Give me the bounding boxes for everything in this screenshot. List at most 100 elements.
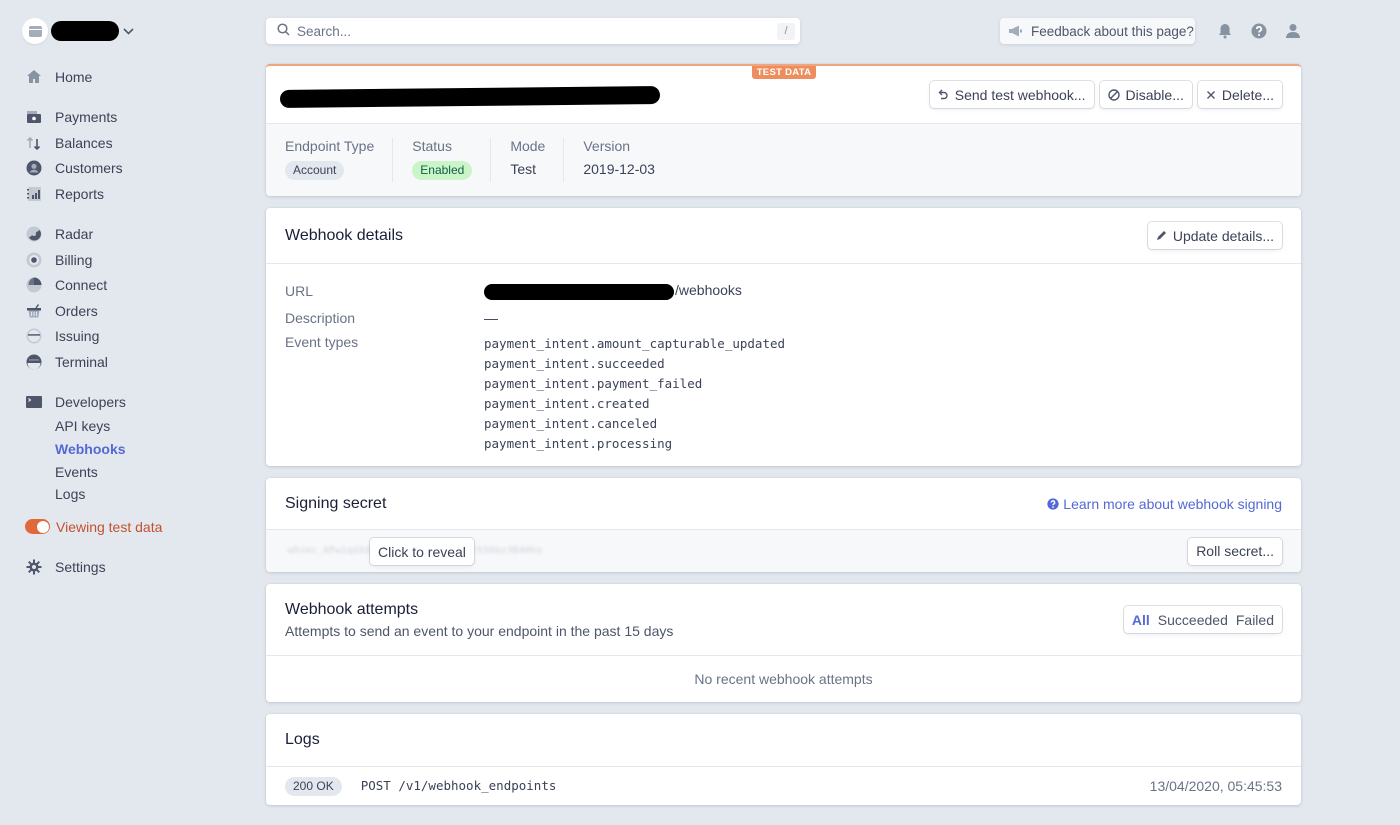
meta-endpoint-type: Endpoint Type Account bbox=[285, 138, 394, 182]
url-suffix: /webhooks bbox=[675, 282, 742, 299]
card-header: Logs bbox=[266, 714, 1301, 767]
sidebar-item-customers[interactable]: Customers bbox=[26, 156, 246, 182]
signing-secret-card: Signing secret Learn more about webhook … bbox=[266, 478, 1301, 572]
sidebar-subitem-logs[interactable]: Logs bbox=[26, 483, 246, 506]
filter-failed[interactable]: Failed bbox=[1236, 612, 1274, 628]
sidebar-item-settings[interactable]: Settings bbox=[26, 554, 246, 580]
sidebar: Home Payments Balances Customers Reports… bbox=[0, 0, 250, 825]
sidebar-nav: Home Payments Balances Customers Reports… bbox=[25, 64, 246, 580]
sidebar-item-label: Issuing bbox=[55, 328, 100, 345]
account-avatar bbox=[22, 18, 48, 44]
filter-succeeded[interactable]: Succeeded bbox=[1158, 612, 1228, 628]
webhook-attempts-card: Webhook attempts Attempts to send an eve… bbox=[266, 584, 1301, 702]
bell-icon[interactable] bbox=[1216, 22, 1234, 40]
endpoint-meta: Endpoint Type Account Status Enabled Mod… bbox=[266, 124, 1301, 196]
delete-button[interactable]: Delete... bbox=[1197, 81, 1282, 108]
empty-state: No recent webhook attempts bbox=[694, 671, 873, 687]
balances-icon bbox=[26, 135, 42, 151]
sidebar-item-home[interactable]: Home bbox=[26, 64, 246, 90]
sidebar-item-label: Reports bbox=[55, 185, 105, 202]
help-icon[interactable] bbox=[1250, 22, 1268, 40]
roll-secret-button[interactable]: Roll secret... bbox=[1188, 537, 1282, 565]
home-icon bbox=[26, 69, 42, 85]
issuing-icon bbox=[26, 328, 42, 344]
billing-icon bbox=[26, 252, 42, 268]
link-label: Learn more about webhook signing bbox=[1063, 495, 1282, 512]
attempts-filter: All Succeeded Failed bbox=[1123, 606, 1282, 633]
sidebar-item-issuing[interactable]: Issuing bbox=[26, 324, 246, 350]
card-header: Signing secret Learn more about webhook … bbox=[266, 478, 1301, 530]
feedback-button[interactable]: Feedback about this page? bbox=[1000, 18, 1195, 44]
sidebar-item-billing[interactable]: Billing bbox=[26, 247, 246, 273]
user-icon[interactable] bbox=[1284, 22, 1302, 40]
meta-value: 2019-12-03 bbox=[583, 161, 655, 177]
sidebar-item-label: Payments bbox=[55, 109, 118, 126]
test-data-label: Viewing test data bbox=[56, 518, 163, 535]
sidebar-item-payments[interactable]: Payments bbox=[26, 105, 246, 131]
meta-version: Version 2019-12-03 bbox=[583, 138, 673, 182]
send-test-webhook-button[interactable]: Send test webhook... bbox=[929, 81, 1094, 108]
button-label: Update details... bbox=[1172, 227, 1274, 244]
url-redacted bbox=[484, 283, 674, 300]
status-badge: Enabled bbox=[412, 161, 473, 180]
card-subtitle: Attempts to send an event to your endpoi… bbox=[285, 622, 674, 639]
meta-label: Status bbox=[412, 138, 452, 154]
log-status-badge: 200 OK bbox=[285, 776, 342, 796]
chevron-down-icon bbox=[122, 25, 134, 37]
gear-icon bbox=[26, 559, 42, 575]
logs-card: Logs 200 OK POST /v1/webhook_endpoints 1… bbox=[266, 714, 1301, 805]
radar-icon bbox=[26, 226, 42, 242]
sidebar-item-radar[interactable]: Radar bbox=[26, 222, 246, 248]
log-row[interactable]: 200 OK POST /v1/webhook_endpoints 13/04/… bbox=[266, 767, 1301, 805]
sidebar-subitem-webhooks[interactable]: Webhooks bbox=[26, 438, 246, 461]
search-input[interactable]: Search... / bbox=[266, 18, 800, 44]
click-to-reveal-button[interactable]: Click to reveal bbox=[370, 538, 474, 565]
detail-row-url: URL /webhooks bbox=[285, 278, 1282, 304]
disable-button[interactable]: Disable... bbox=[1099, 81, 1192, 108]
meta-mode: Mode Test bbox=[510, 138, 565, 182]
detail-label: URL bbox=[285, 283, 314, 299]
meta-value: Test bbox=[510, 161, 536, 177]
sidebar-subitem-api-keys[interactable]: API keys bbox=[26, 415, 246, 438]
toggle-switch[interactable] bbox=[25, 519, 50, 535]
test-data-toggle[interactable]: Viewing test data bbox=[25, 514, 246, 540]
endpoint-header-card: TEST DATA Send test webhook... Disable..… bbox=[266, 64, 1301, 196]
filter-all[interactable]: All bbox=[1132, 612, 1150, 628]
button-label: Send test webhook... bbox=[954, 86, 1086, 103]
update-details-button[interactable]: Update details... bbox=[1147, 222, 1282, 249]
event-type-item: payment_intent.payment_failed bbox=[484, 376, 703, 391]
button-label: Disable... bbox=[1125, 86, 1184, 103]
store-icon bbox=[28, 25, 42, 37]
button-label: Delete... bbox=[1221, 86, 1274, 103]
detail-row-description: Description — bbox=[285, 304, 1282, 331]
meta-status: Status Enabled bbox=[412, 138, 492, 182]
sidebar-item-reports[interactable]: Reports bbox=[26, 181, 246, 207]
webhook-details-card: Webhook details Update details... URL /w… bbox=[266, 208, 1301, 466]
log-request: POST /v1/webhook_endpoints bbox=[360, 778, 557, 793]
sidebar-item-connect[interactable]: Connect bbox=[26, 273, 246, 299]
sidebar-item-orders[interactable]: Orders bbox=[26, 298, 246, 324]
sidebar-item-label: Connect bbox=[55, 277, 108, 294]
developers-icon bbox=[26, 394, 42, 410]
pencil-icon bbox=[1156, 230, 1167, 241]
detail-row-event-types: Event types payment_intent.amount_captur… bbox=[285, 331, 1282, 454]
meta-label: Version bbox=[583, 138, 631, 154]
account-switcher[interactable] bbox=[22, 18, 134, 44]
meta-label: Endpoint Type bbox=[285, 138, 375, 154]
sidebar-subitem-events[interactable]: Events bbox=[26, 460, 246, 483]
sidebar-item-terminal[interactable]: Terminal bbox=[26, 349, 246, 375]
secret-row: whsec_6Pw1qXXXXXXXXXXXXXXXXXXX1rS56bz3B4… bbox=[266, 530, 1301, 572]
details-body: URL /webhooks Description — Event types … bbox=[266, 264, 1301, 466]
learn-more-signing-link[interactable]: Learn more about webhook signing bbox=[1047, 496, 1282, 512]
sidebar-item-label: Balances bbox=[55, 134, 113, 151]
sidebar-item-label: Terminal bbox=[55, 353, 108, 370]
sidebar-item-balances[interactable]: Balances bbox=[26, 130, 246, 156]
event-type-item: payment_intent.amount_capturable_updated bbox=[484, 336, 786, 351]
sidebar-item-developers[interactable]: Developers bbox=[26, 390, 246, 416]
sidebar-item-label: Developers bbox=[55, 394, 126, 411]
endpoint-title-row: Send test webhook... Disable... Delete..… bbox=[266, 66, 1301, 124]
sidebar-item-label: Orders bbox=[55, 302, 98, 319]
sidebar-item-label: Radar bbox=[55, 226, 94, 243]
sidebar-item-label: Settings bbox=[55, 558, 106, 575]
search-shortcut-hint: / bbox=[777, 22, 795, 40]
